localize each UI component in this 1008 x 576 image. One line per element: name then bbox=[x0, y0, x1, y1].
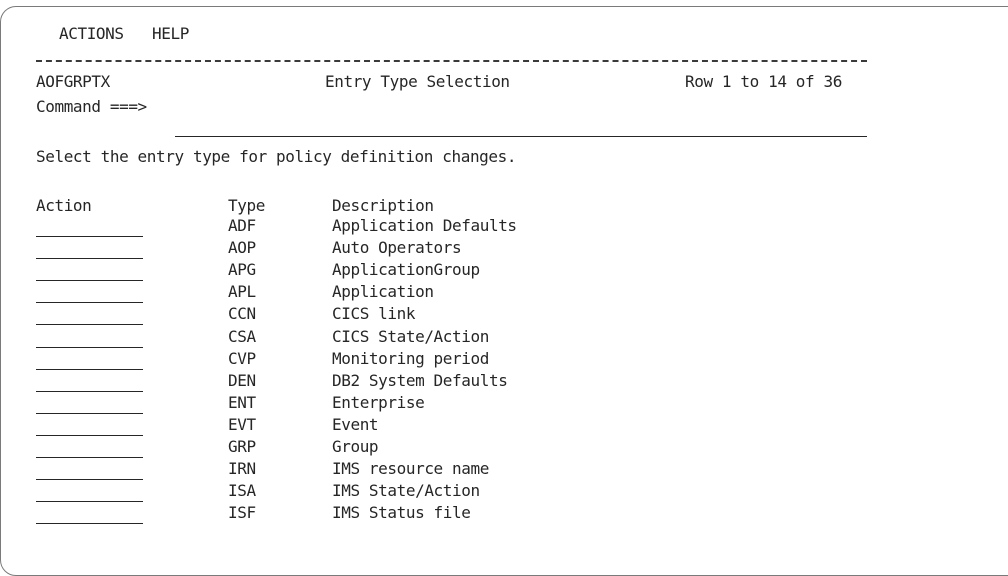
action-input[interactable] bbox=[36, 434, 143, 436]
entry-type-description: CICS State/Action bbox=[332, 326, 489, 346]
column-header-description: Description bbox=[332, 196, 434, 215]
entry-type-code: ADF bbox=[228, 216, 256, 235]
action-input[interactable] bbox=[36, 236, 143, 237]
column-header-type: Type bbox=[228, 196, 265, 215]
entry-type-code: GRP bbox=[228, 437, 256, 456]
command-label: Command ===> bbox=[36, 97, 147, 116]
action-input[interactable] bbox=[36, 501, 143, 503]
menu-actions[interactable]: ACTIONS bbox=[59, 24, 124, 44]
menu-help[interactable]: HELP bbox=[152, 24, 189, 44]
action-input[interactable] bbox=[36, 412, 143, 414]
entry-type-description: Enterprise bbox=[332, 392, 425, 412]
action-input[interactable] bbox=[36, 324, 143, 326]
entry-type-description: ApplicationGroup bbox=[332, 260, 480, 280]
entry-type-description: IMS Status file bbox=[332, 503, 471, 523]
entry-type-code: ISF bbox=[228, 503, 256, 523]
entry-type-description: Application bbox=[332, 282, 434, 302]
action-input[interactable] bbox=[36, 280, 143, 282]
entry-type-code: AOP bbox=[228, 238, 256, 258]
column-header-action: Action bbox=[36, 196, 92, 215]
entry-type-code: CSA bbox=[228, 326, 256, 346]
entry-type-code: IRN bbox=[228, 459, 256, 479]
entry-type-description: Group bbox=[332, 437, 379, 456]
instruction-text: Select the entry type for policy definit… bbox=[36, 147, 517, 166]
action-input[interactable] bbox=[36, 479, 143, 481]
entry-type-code: APG bbox=[228, 260, 256, 280]
entry-type-description: Event bbox=[332, 414, 379, 434]
command-input[interactable] bbox=[175, 136, 867, 137]
action-input[interactable] bbox=[36, 457, 143, 458]
entry-type-description: CICS link bbox=[332, 304, 416, 324]
action-input[interactable] bbox=[36, 346, 143, 348]
entry-type-code: EVT bbox=[228, 414, 256, 434]
panel-id: AOFGRPTX bbox=[36, 72, 110, 91]
entry-type-description: IMS State/Action bbox=[332, 481, 480, 501]
entry-type-description: IMS resource name bbox=[332, 459, 489, 479]
action-input[interactable] bbox=[36, 523, 143, 525]
action-input[interactable] bbox=[36, 302, 143, 304]
entry-type-code: CCN bbox=[228, 304, 256, 324]
page-title: Entry Type Selection bbox=[325, 72, 510, 91]
action-input[interactable] bbox=[36, 390, 143, 392]
entry-type-code: DEN bbox=[228, 370, 256, 390]
entry-type-code: APL bbox=[228, 282, 256, 302]
menu-separator bbox=[36, 60, 867, 62]
row-indicator: Row 1 to 14 of 36 bbox=[685, 72, 842, 91]
entry-type-code: ENT bbox=[228, 392, 256, 412]
action-input[interactable] bbox=[36, 368, 143, 370]
entry-type-description: Auto Operators bbox=[332, 238, 462, 258]
entry-type-code: CVP bbox=[228, 348, 256, 368]
entry-type-description: Application Defaults bbox=[332, 216, 517, 235]
entry-type-description: Monitoring period bbox=[332, 348, 489, 368]
entry-type-description: DB2 System Defaults bbox=[332, 370, 508, 390]
action-input[interactable] bbox=[36, 258, 143, 260]
entry-type-code: ISA bbox=[228, 481, 256, 501]
